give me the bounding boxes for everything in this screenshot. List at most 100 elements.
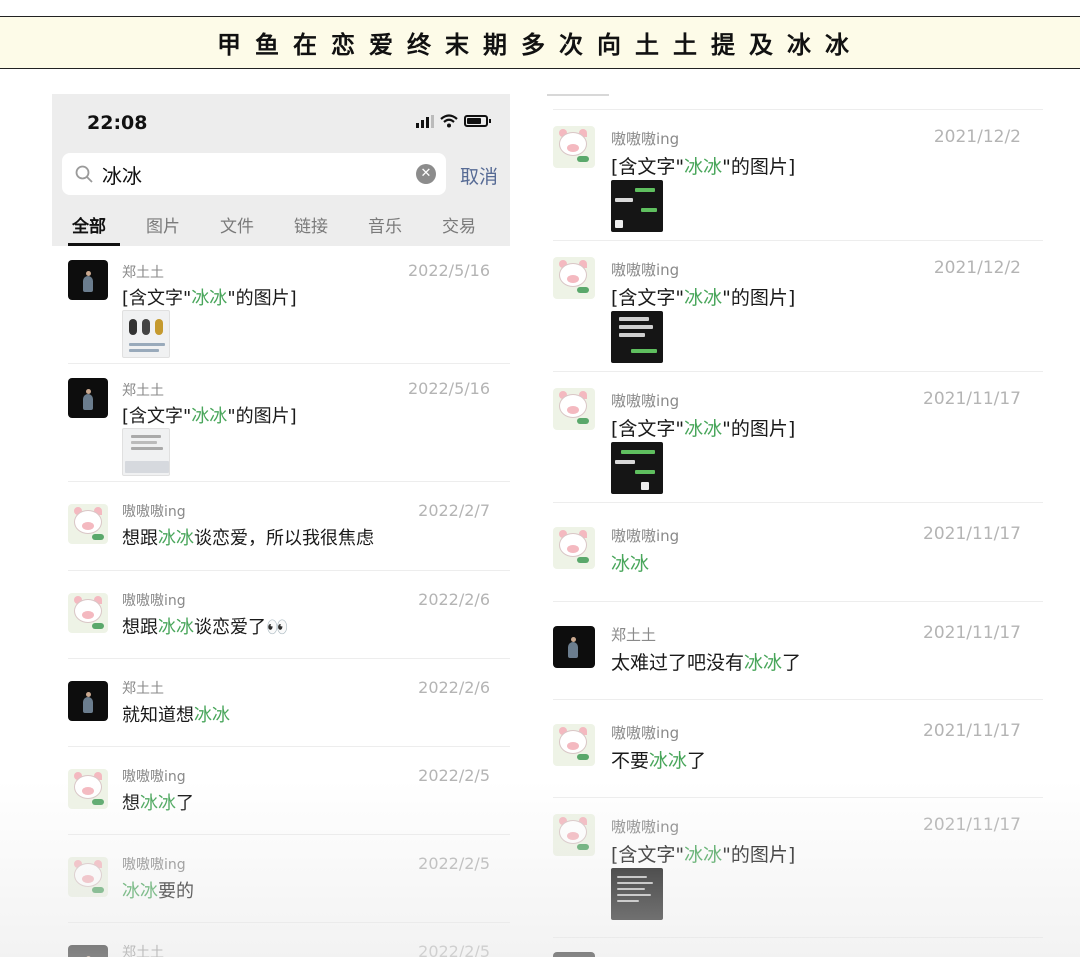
sender-name: 郑土土	[611, 626, 657, 644]
avatar	[553, 126, 595, 168]
image-thumbnail[interactable]	[611, 311, 663, 363]
cancel-button[interactable]: 取消	[460, 162, 498, 189]
tab-links[interactable]: 链接	[274, 212, 348, 246]
message-date: 2021/11/17	[923, 721, 1021, 741]
sender-name: 嗷嗷嗷ing	[611, 261, 680, 279]
avatar	[553, 527, 595, 569]
sender-name: 郑土土	[122, 383, 164, 399]
list-item[interactable]: 郑土土 2022/5/16 [含文字"冰冰"的图片]	[68, 364, 510, 482]
message-text: 想跟冰冰谈恋爱，所以我很焦虑	[122, 528, 374, 549]
message-text: [含文字"冰冰"的图片]	[611, 844, 796, 866]
message-date: 2021/12/2	[933, 127, 1021, 147]
tab-all[interactable]: 全部	[52, 212, 126, 246]
list-item[interactable]: 郑土土 2022/5/16 [含文字"冰冰"的图片]	[68, 246, 510, 364]
tab-images[interactable]: 图片	[126, 212, 200, 246]
clear-icon[interactable]: ✕	[416, 164, 436, 184]
list-item[interactable]	[553, 938, 1043, 957]
list-item[interactable]: 郑土土 2022/2/6 就知道想冰冰	[68, 659, 510, 747]
sender-name: 嗷嗷嗷ing	[611, 527, 680, 545]
search-icon	[75, 165, 93, 183]
image-thumbnail[interactable]	[122, 428, 170, 476]
sender-name: 郑土土	[122, 945, 164, 957]
phone-header: 22:08 ✕ 取消 全部 图片 文件 链接	[52, 94, 510, 246]
sender-name: 郑土土	[122, 681, 164, 697]
sender-name: 嗷嗷嗷ing	[611, 392, 680, 410]
message-text: 冰冰要的	[122, 881, 194, 902]
signal-icon	[416, 114, 434, 128]
avatar	[68, 769, 108, 809]
filter-tabs: 全部 图片 文件 链接 音乐 交易	[52, 212, 510, 246]
status-icons	[416, 114, 491, 128]
message-date: 2022/2/6	[418, 678, 490, 697]
message-date: 2022/2/5	[418, 854, 490, 873]
message-date: 2022/2/5	[418, 942, 490, 957]
message-text: 想跟冰冰谈恋爱了👀	[122, 617, 289, 638]
banner: 甲鱼在恋爱终末期多次向土土提及冰冰	[0, 16, 1080, 69]
list-item[interactable]: 嗷嗷嗷ing 2021/11/17 [含文字"冰冰"的图片]	[553, 372, 1043, 503]
avatar	[553, 257, 595, 299]
message-date: 2021/11/17	[923, 815, 1021, 835]
list-item[interactable]: 嗷嗷嗷ing 2022/2/6 想跟冰冰谈恋爱了👀	[68, 571, 510, 659]
search-input[interactable]	[102, 162, 402, 186]
banner-title: 甲鱼在恋爱终末期多次向土土提及冰冰	[217, 30, 863, 59]
message-date: 2021/11/17	[923, 524, 1021, 544]
status-time: 22:08	[87, 112, 148, 134]
message-date: 2021/11/17	[923, 623, 1021, 643]
image-thumbnail[interactable]	[611, 180, 663, 232]
avatar	[553, 388, 595, 430]
message-text: 就知道想冰冰	[122, 705, 230, 726]
avatar	[553, 626, 595, 668]
list-item[interactable]: 嗷嗷嗷ing 2021/11/17 冰冰	[553, 503, 1043, 602]
avatar	[68, 945, 108, 957]
list-item[interactable]: 嗷嗷嗷ing 2022/2/5 想冰冰了	[68, 747, 510, 835]
image-thumbnail[interactable]	[611, 442, 663, 494]
message-text: [含文字"冰冰"的图片]	[611, 418, 796, 440]
message-date: 2022/2/7	[418, 501, 490, 520]
image-thumbnail[interactable]	[611, 868, 663, 920]
battery-icon	[464, 115, 491, 127]
list-item[interactable]: 嗷嗷嗷ing 2022/2/5 冰冰要的	[68, 835, 510, 923]
sender-name: 郑土土	[122, 265, 164, 281]
sender-name: 嗷嗷嗷ing	[122, 504, 186, 520]
message-date: 2022/2/6	[418, 590, 490, 609]
list-item[interactable]: 嗷嗷嗷ing 2021/11/17 [含文字"冰冰"的图片]	[553, 798, 1043, 938]
avatar	[68, 504, 108, 544]
message-date: 2021/11/17	[923, 389, 1021, 409]
avatar	[68, 378, 108, 418]
message-date: 2021/12/2	[933, 258, 1021, 278]
message-text: [含文字"冰冰"的图片]	[122, 288, 297, 309]
message-text: [含文字"冰冰"的图片]	[122, 406, 297, 427]
message-text: 想冰冰了	[122, 793, 194, 814]
message-text: [含文字"冰冰"的图片]	[611, 156, 796, 178]
message-text: 太难过了吧没有冰冰了	[611, 652, 802, 674]
wifi-icon	[440, 114, 458, 128]
message-text: 不要冰冰了	[611, 750, 707, 772]
left-screenshot: 22:08 ✕ 取消 全部 图片 文件 链接	[52, 94, 510, 957]
sender-name: 嗷嗷嗷ing	[611, 130, 680, 148]
sender-name: 嗷嗷嗷ing	[122, 857, 186, 873]
avatar	[68, 681, 108, 721]
message-date: 2022/2/5	[418, 766, 490, 785]
avatar	[553, 814, 595, 856]
sender-name: 嗷嗷嗷ing	[122, 769, 186, 785]
message-text: 冰冰	[611, 553, 650, 575]
list-item[interactable]: 嗷嗷嗷ing 2021/12/2 [含文字"冰冰"的图片]	[553, 110, 1043, 241]
tab-music[interactable]: 音乐	[348, 212, 422, 246]
list-item[interactable]: 嗷嗷嗷ing 2021/11/17 不要冰冰了	[553, 700, 1043, 798]
tab-files[interactable]: 文件	[200, 212, 274, 246]
sender-name: 嗷嗷嗷ing	[122, 593, 186, 609]
avatar	[553, 724, 595, 766]
message-text: [含文字"冰冰"的图片]	[611, 287, 796, 309]
avatar	[68, 857, 108, 897]
list-item[interactable]: 郑土土 2022/2/5	[68, 923, 510, 957]
list-item[interactable]: 嗷嗷嗷ing 2021/12/2 [含文字"冰冰"的图片]	[553, 241, 1043, 372]
sender-name: 嗷嗷嗷ing	[611, 724, 680, 742]
image-thumbnail[interactable]	[122, 310, 170, 358]
right-screenshot: 嗷嗷嗷ing 2021/12/2 [含文字"冰冰"的图片] 嗷嗷嗷ing 202…	[545, 94, 1045, 957]
search-box[interactable]: ✕	[62, 153, 446, 195]
list-item[interactable]: 嗷嗷嗷ing 2022/2/7 想跟冰冰谈恋爱，所以我很焦虑	[68, 482, 510, 571]
list-item[interactable]: 郑土土 2021/11/17 太难过了吧没有冰冰了	[553, 602, 1043, 700]
message-date: 2022/5/16	[407, 261, 490, 280]
tab-transactions[interactable]: 交易	[422, 212, 496, 246]
avatar	[68, 260, 108, 300]
